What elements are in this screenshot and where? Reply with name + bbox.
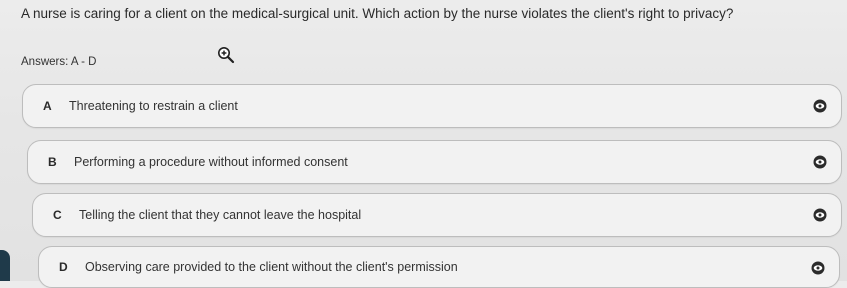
- option-letter: C: [53, 208, 62, 222]
- option-letter: D: [59, 260, 68, 274]
- option-letter: B: [48, 155, 57, 169]
- answers-range: Answers: A - D: [21, 56, 97, 68]
- eye-icon[interactable]: [813, 208, 827, 222]
- option-letter: A: [43, 99, 52, 113]
- option-text: Performing a procedure without informed …: [74, 155, 348, 169]
- zoom-in-icon[interactable]: [217, 46, 235, 64]
- option-c[interactable]: C Telling the client that they cannot le…: [32, 193, 842, 237]
- option-text: Threatening to restrain a client: [69, 99, 238, 113]
- option-b[interactable]: B Performing a procedure without informe…: [27, 140, 842, 184]
- option-text: Observing care provided to the client wi…: [85, 260, 458, 274]
- option-d[interactable]: D Observing care provided to the client …: [38, 246, 840, 288]
- eye-icon[interactable]: [811, 261, 825, 275]
- eye-icon[interactable]: [813, 99, 827, 113]
- question-text: A nurse is caring for a client on the me…: [21, 6, 734, 21]
- option-text: Telling the client that they cannot leav…: [79, 208, 362, 222]
- left-edge-decoration: [0, 250, 10, 281]
- option-a[interactable]: A Threatening to restrain a client: [22, 84, 842, 128]
- eye-icon[interactable]: [813, 155, 827, 169]
